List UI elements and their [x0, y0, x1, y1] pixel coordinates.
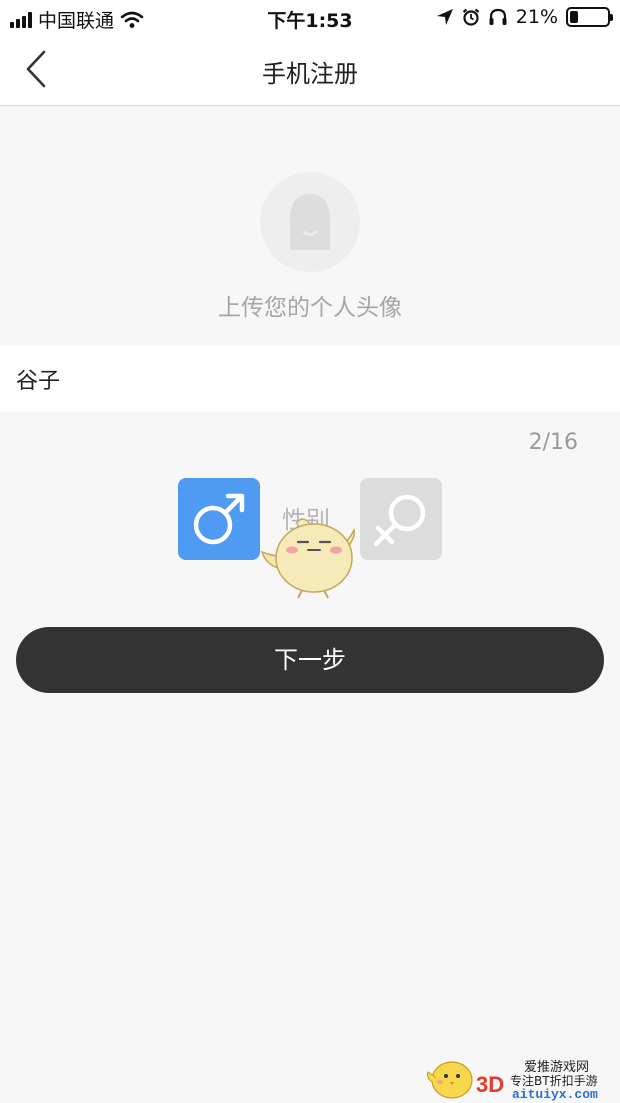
mascot-chick-sticker — [260, 518, 356, 599]
status-bar: 中国联通 下午1:53 21% — [0, 0, 620, 34]
watermark-url: aituiyx.com — [512, 1087, 598, 1102]
female-icon — [373, 494, 426, 547]
alarm-clock-icon — [462, 8, 479, 26]
gender-female-button[interactable] — [360, 478, 442, 560]
headphones-icon — [489, 8, 507, 25]
avatar-upload-button[interactable] — [260, 172, 360, 272]
chick-logo-icon — [427, 1061, 473, 1099]
location-arrow-icon — [436, 9, 453, 25]
battery-icon — [566, 7, 613, 27]
next-step-button[interactable]: 下一步 — [16, 627, 604, 693]
avatar-upload-hint: 上传您的个人头像 — [218, 295, 402, 321]
gender-male-button[interactable] — [178, 478, 260, 560]
battery-percent: 21% — [515, 6, 558, 28]
nickname-char-count: 2/16 — [528, 430, 578, 455]
watermark-logo: 3D 爱推游戏网 专注BT折扣手游 aituiyx.com — [426, 1052, 620, 1103]
nickname-row — [0, 346, 620, 412]
watermark-3d-text: 3D — [476, 1072, 505, 1097]
male-icon — [193, 493, 245, 545]
ghost-avatar-icon — [290, 194, 330, 250]
nickname-input[interactable] — [16, 346, 596, 412]
nav-bar: 手机注册 — [0, 34, 620, 106]
status-right: 21% — [436, 6, 613, 28]
page-title: 手机注册 — [262, 60, 358, 88]
